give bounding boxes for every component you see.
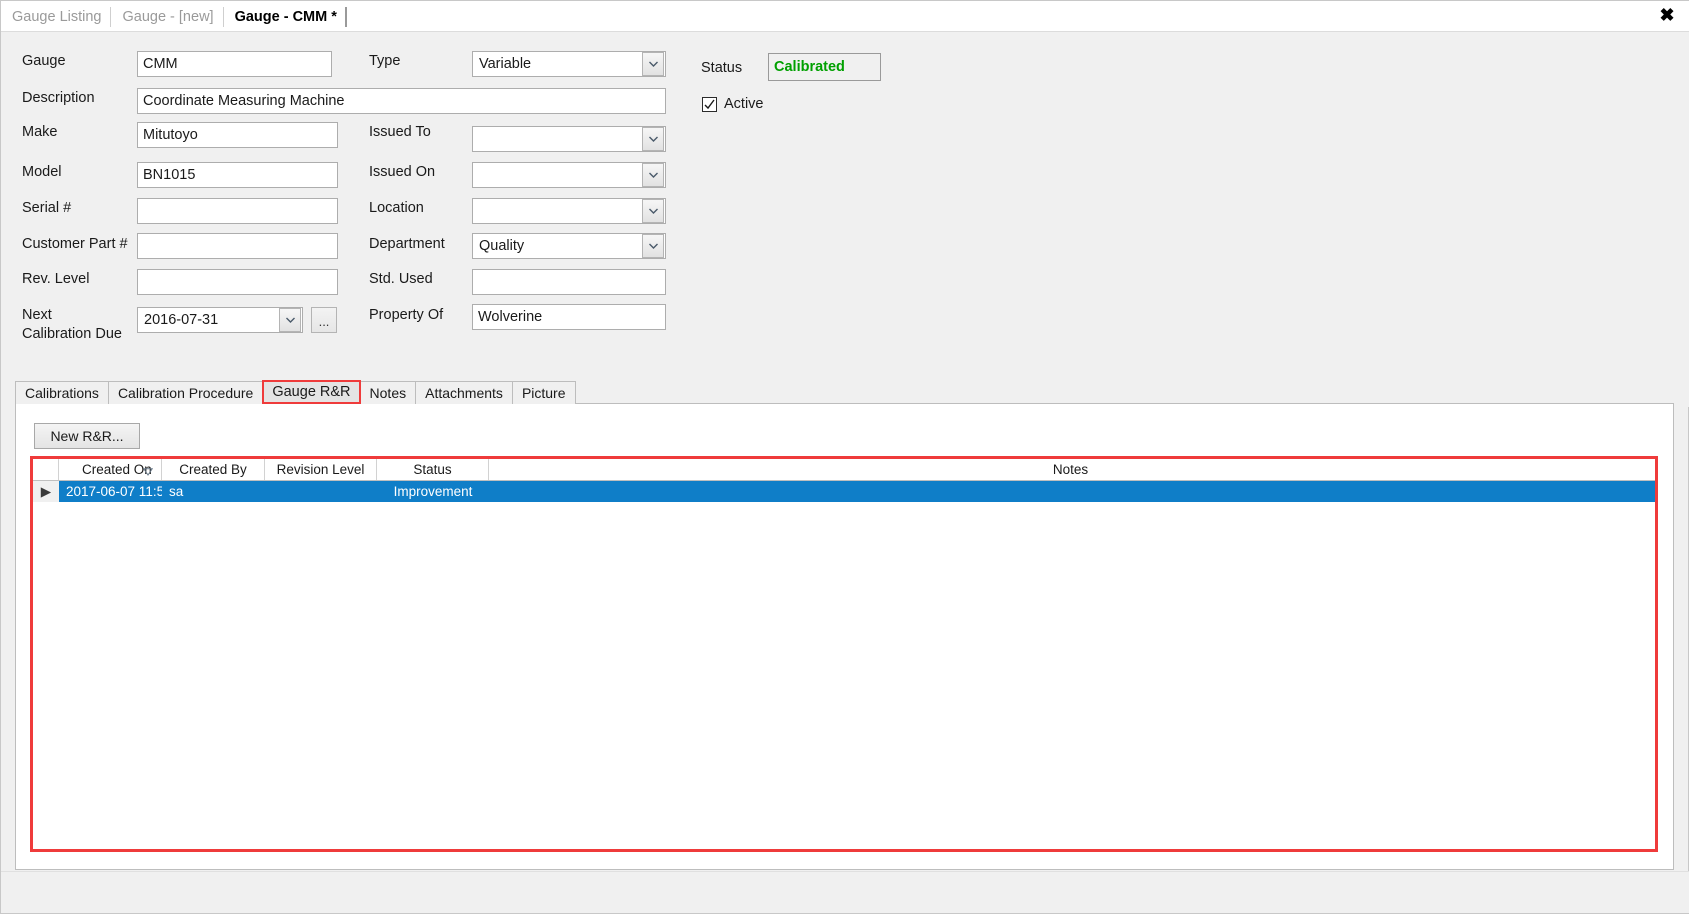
window-tab-label: Gauge - CMM * (234, 9, 337, 25)
grid-header-label: Revision Level (276, 462, 365, 477)
gauge-input[interactable] (137, 51, 332, 77)
issued-to-dropdown[interactable] (472, 126, 666, 152)
tab-picture[interactable]: Picture (511, 381, 576, 404)
window-tab-label: Gauge - [new] (122, 9, 214, 25)
window-tab-gauge-cmm[interactable]: Gauge - CMM * (223, 2, 347, 32)
tab-label: Attachments (425, 385, 503, 401)
sort-descending-icon (142, 464, 154, 479)
label-serial: Serial # (22, 200, 72, 216)
tab-label: Calibrations (25, 385, 99, 401)
grid-header-revision-level[interactable]: Revision Level (265, 459, 377, 480)
cell-notes (489, 481, 1652, 502)
tab-separator (344, 7, 347, 27)
label-model: Model (22, 164, 62, 180)
grid-header-created-by[interactable]: Created By (162, 459, 265, 480)
gauge-form: Gauge Description Make Model Serial # Cu… (1, 32, 1689, 407)
label-property-of: Property Of (369, 307, 444, 323)
tab-label: Calibration Procedure (117, 385, 254, 401)
grid-header-row: Created On Created By Revision Level Sta… (33, 459, 1655, 481)
department-value: Quality (479, 238, 525, 254)
window-tab-label: Gauge Listing (12, 9, 102, 25)
cell-created-by: sa (169, 484, 184, 499)
window-tab-gauge-new[interactable]: Gauge - [new] (111, 2, 224, 32)
label-status: Status (701, 60, 743, 76)
label-customer-part: Customer Part # (22, 236, 128, 252)
tab-calibrations[interactable]: Calibrations (15, 381, 109, 404)
gauge-rr-panel: New R&R... Created On Created By Revisio… (15, 403, 1674, 870)
detail-tab-strip: Calibrations Calibration Procedure Gauge… (15, 380, 1674, 404)
tab-calibration-procedure[interactable]: Calibration Procedure (107, 381, 264, 404)
grid-header-row-selector (33, 459, 59, 480)
gauge-rr-grid: Created On Created By Revision Level Sta… (30, 456, 1658, 852)
active-checkbox-label: Active (724, 96, 764, 112)
std-used-input[interactable] (472, 269, 666, 295)
label-department: Department (369, 236, 445, 252)
tab-label: Picture (521, 385, 566, 401)
label-issued-to: Issued To (369, 124, 431, 140)
table-row[interactable]: ▶ 2017-06-07 11:5 sa Improvement (33, 481, 1655, 502)
grid-header-label: Status (413, 462, 452, 477)
grid-header-label: Notes (1052, 462, 1089, 477)
label-next-cal-due-line1: Next (22, 307, 52, 323)
tab-attachments[interactable]: Attachments (415, 381, 513, 404)
serial-input[interactable] (137, 198, 338, 224)
location-dropdown[interactable] (472, 198, 666, 224)
rev-level-input[interactable] (137, 269, 338, 295)
label-type: Type (369, 53, 401, 69)
cell-created-on: 2017-06-07 11:5 (66, 484, 162, 499)
grid-header-status[interactable]: Status (377, 459, 489, 480)
type-dropdown[interactable]: Variable (472, 51, 666, 77)
grid-header-notes[interactable]: Notes (489, 459, 1652, 480)
label-rev-level: Rev. Level (22, 271, 90, 287)
status-value (768, 53, 881, 81)
customer-part-input[interactable] (137, 233, 338, 259)
tab-gauge-rr[interactable]: Gauge R&R (262, 380, 361, 404)
chevron-down-icon[interactable] (279, 308, 301, 332)
description-input[interactable] (137, 88, 666, 114)
close-icon[interactable]: ✖ (1655, 3, 1679, 27)
tab-label: Notes (369, 385, 407, 401)
property-of-input[interactable] (472, 304, 666, 330)
grid-header-created-on[interactable]: Created On (59, 459, 162, 480)
label-make: Make (22, 124, 58, 140)
gauge-detail-window: Gauge Listing Gauge - [new] Gauge - CMM … (0, 0, 1689, 914)
window-tab-strip: Gauge Listing Gauge - [new] Gauge - CMM … (1, 1, 1689, 32)
chevron-down-icon[interactable] (642, 163, 664, 187)
department-dropdown[interactable]: Quality (472, 233, 666, 259)
grid-header-label: Created On (82, 462, 152, 477)
label-issued-on: Issued On (369, 164, 436, 180)
model-input[interactable] (137, 162, 338, 188)
tab-notes[interactable]: Notes (359, 381, 417, 404)
label-next-cal-due-line2: Calibration Due (22, 326, 122, 342)
label-description: Description (22, 90, 95, 106)
label-std-used: Std. Used (369, 271, 433, 287)
checkmark-icon[interactable] (702, 96, 717, 112)
label-gauge: Gauge (22, 53, 66, 69)
cell-status: Improvement (393, 484, 473, 499)
grid-header-label: Created By (179, 462, 247, 477)
new-rr-button[interactable]: New R&R... (34, 423, 140, 449)
chevron-down-icon[interactable] (642, 234, 664, 258)
next-calibration-due-datepicker[interactable]: 2016-07-31 (137, 307, 303, 333)
cell-revision-level (265, 481, 377, 502)
chevron-down-icon[interactable] (642, 127, 664, 151)
tab-label: Gauge R&R (272, 384, 351, 400)
chevron-down-icon[interactable] (642, 199, 664, 223)
next-calibration-due-value: 2016-07-31 (144, 312, 219, 328)
type-value: Variable (479, 56, 532, 72)
row-indicator-icon: ▶ (33, 481, 59, 502)
active-checkbox-row[interactable]: Active (702, 96, 764, 112)
chevron-down-icon[interactable] (642, 52, 664, 76)
status-bar (1, 871, 1689, 913)
label-location: Location (369, 200, 424, 216)
make-input[interactable] (137, 122, 338, 148)
next-calibration-due-browse-button[interactable]: ... (311, 307, 337, 333)
issued-on-dropdown[interactable] (472, 162, 666, 188)
window-tab-gauge-listing[interactable]: Gauge Listing (1, 2, 112, 32)
